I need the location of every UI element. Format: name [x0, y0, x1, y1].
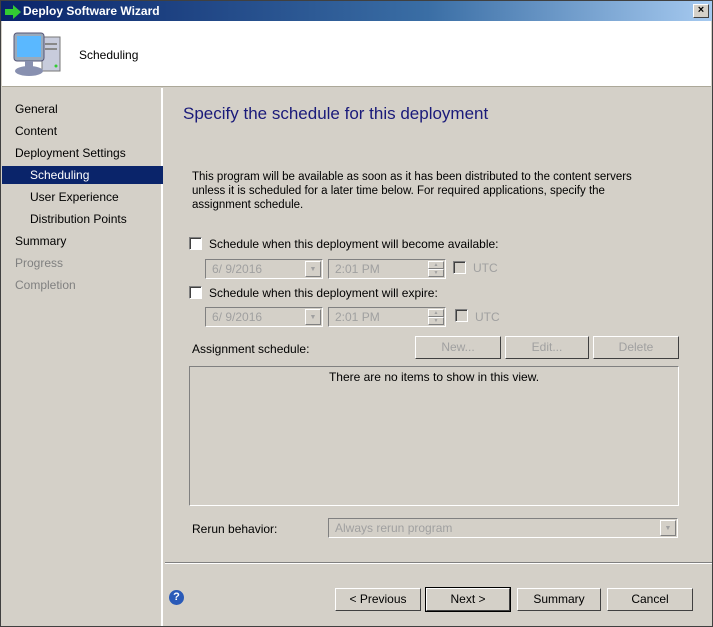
title-bar: Deploy Software Wizard × — [1, 1, 712, 21]
spin-down-icon[interactable]: ▼ — [428, 317, 444, 325]
sidebar-item-distribution-points[interactable]: Distribution Points — [2, 210, 163, 228]
spin-up-icon[interactable]: ▲ — [428, 309, 444, 317]
available-time-value: 2:01 PM — [335, 262, 380, 276]
expire-label: Schedule when this deployment will expir… — [209, 286, 438, 300]
spin-buttons[interactable]: ▲ ▼ — [428, 261, 444, 277]
delete-button[interactable]: Delete — [593, 336, 679, 359]
window-title: Deploy Software Wizard — [23, 4, 160, 18]
available-date-value: 6/ 9/2016 — [212, 262, 263, 276]
description: This program will be available as soon a… — [192, 171, 632, 211]
expire-utc-checkbox[interactable] — [455, 309, 468, 322]
sidebar-item-general[interactable]: General — [2, 100, 163, 118]
assignment-schedule-label: Assignment schedule: — [192, 342, 310, 356]
close-button[interactable]: × — [693, 4, 709, 18]
sidebar: General Content Deployment Settings Schedul… — [2, 88, 163, 626]
spin-up-icon[interactable]: ▲ — [428, 261, 444, 269]
empty-list-message: There are no items to show in this view. — [328, 370, 540, 384]
main-panel: Specify the schedule for this deployment… — [165, 88, 712, 626]
help-icon[interactable]: ? — [169, 590, 184, 605]
wizard-header: Scheduling — [2, 21, 711, 87]
sidebar-item-user-experience[interactable]: User Experience — [2, 188, 163, 206]
available-date-picker[interactable]: 6/ 9/2016 ▼ — [205, 259, 323, 279]
available-utc-checkbox[interactable] — [453, 261, 466, 274]
summary-button[interactable]: Summary — [517, 588, 601, 611]
assignment-schedule-list[interactable]: There are no items to show in this view. — [189, 366, 679, 506]
page-title: Specify the schedule for this deployment — [183, 104, 489, 123]
chevron-down-icon[interactable]: ▼ — [305, 261, 321, 277]
edit-button[interactable]: Edit... — [505, 336, 589, 359]
available-time-picker[interactable]: 2:01 PM ▲ ▼ — [328, 259, 446, 279]
wizard-window: Deploy Software Wizard × Scheduling Gene… — [0, 0, 713, 627]
previous-button[interactable]: < Previous — [335, 588, 421, 611]
spin-buttons[interactable]: ▲ ▼ — [428, 309, 444, 325]
sidebar-item-completion: Completion — [15, 278, 76, 292]
expire-time-picker[interactable]: 2:01 PM ▲ ▼ — [328, 307, 446, 327]
expire-checkbox[interactable] — [189, 286, 202, 299]
new-button[interactable]: New... — [415, 336, 501, 359]
footer-divider — [165, 562, 712, 563]
rerun-behavior-label: Rerun behavior: — [192, 522, 278, 536]
available-label: Schedule when this deployment will becom… — [209, 237, 499, 251]
sidebar-item-progress: Progress — [15, 256, 64, 270]
sidebar-item-content[interactable]: Content — [2, 122, 163, 140]
chevron-down-icon[interactable]: ▼ — [305, 309, 321, 325]
chevron-down-icon[interactable]: ▼ — [660, 520, 676, 536]
sidebar-item-deployment-settings[interactable]: Deployment Settings — [2, 144, 163, 162]
sidebar-item-summary[interactable]: Summary — [2, 232, 163, 250]
spin-down-icon[interactable]: ▼ — [428, 269, 444, 277]
expire-date-picker[interactable]: 6/ 9/2016 ▼ — [205, 307, 323, 327]
expire-date-value: 6/ 9/2016 — [212, 310, 263, 324]
expire-utc-label: UTC — [475, 310, 500, 324]
rerun-behavior-select[interactable]: Always rerun program ▼ — [328, 518, 678, 538]
next-button[interactable]: Next > — [425, 587, 511, 612]
available-checkbox[interactable] — [189, 237, 202, 250]
header-page-name: Scheduling — [79, 48, 139, 62]
sidebar-item-scheduling[interactable]: Scheduling — [2, 166, 163, 184]
available-utc-label: UTC — [473, 261, 498, 275]
computer-icon — [13, 32, 61, 76]
rerun-behavior-value: Always rerun program — [335, 521, 453, 535]
expire-time-value: 2:01 PM — [335, 310, 380, 324]
cancel-button[interactable]: Cancel — [607, 588, 693, 611]
